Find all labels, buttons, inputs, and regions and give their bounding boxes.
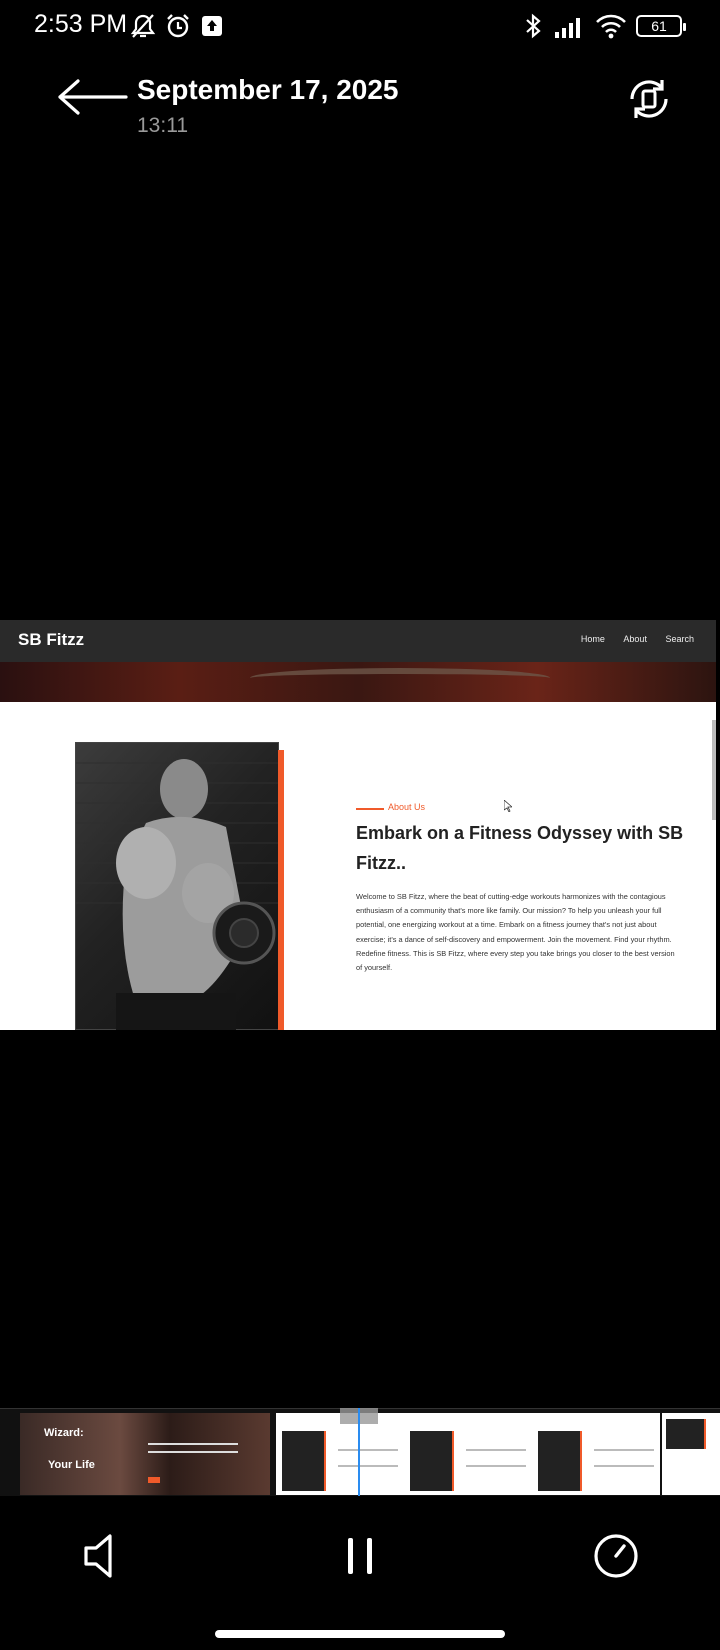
thumb-text-2: Your Life bbox=[48, 1459, 95, 1471]
about-heading: Embark on a Fitness Odyssey with SB Fitz… bbox=[356, 823, 684, 873]
speaker-icon bbox=[84, 1534, 112, 1578]
timeline-thumb-2 bbox=[276, 1413, 660, 1495]
battery-icon: 61 bbox=[636, 15, 686, 37]
thumb-button bbox=[148, 1477, 160, 1483]
about-body: Welcome to SB Fitzz, where the beat of c… bbox=[356, 892, 675, 973]
speedometer-icon bbox=[594, 1534, 638, 1578]
site-logo: SB Fitzz bbox=[18, 630, 85, 649]
bodybuilder-image bbox=[75, 742, 280, 1030]
rotate-icon bbox=[630, 80, 668, 118]
page-title: September 17, 2025 bbox=[137, 74, 399, 105]
status-time: 2:53 PM bbox=[34, 10, 128, 38]
thumb-photo bbox=[282, 1431, 326, 1491]
thumb-photo bbox=[410, 1431, 454, 1491]
signal-icon bbox=[555, 18, 580, 38]
timeline-thumb-3 bbox=[662, 1413, 720, 1495]
upload-icon bbox=[202, 16, 222, 36]
pause-icon bbox=[348, 1538, 372, 1574]
hero-rope-shape bbox=[250, 668, 550, 688]
volume-button[interactable] bbox=[74, 1526, 134, 1586]
image-accent-bar bbox=[278, 750, 284, 1030]
kicker-line bbox=[356, 808, 384, 810]
playhead[interactable] bbox=[358, 1408, 360, 1496]
mouse-cursor-icon bbox=[504, 800, 512, 812]
site-nav-search: Search bbox=[665, 634, 694, 644]
site-nav-links: Home About Search bbox=[565, 634, 694, 644]
thumb-line bbox=[466, 1449, 526, 1451]
thumb-line bbox=[466, 1465, 526, 1467]
thumb-line bbox=[594, 1465, 654, 1467]
rotate-button[interactable] bbox=[624, 74, 674, 124]
thumb-line bbox=[338, 1465, 398, 1467]
timeline-thumb-1: Wizard: Your Life bbox=[20, 1413, 270, 1495]
thumb-photo bbox=[666, 1419, 706, 1449]
thumb-photo bbox=[538, 1431, 582, 1491]
site-navbar: SB Fitzz Home About Search bbox=[0, 620, 716, 662]
thumb-line bbox=[148, 1443, 238, 1445]
about-kicker: About Us bbox=[388, 802, 426, 812]
status-bar: 2:53 PM 61 bbox=[0, 0, 720, 52]
bodybuilder-figure bbox=[76, 759, 280, 1030]
frame-scrollbar bbox=[712, 720, 716, 820]
alarm-icon bbox=[167, 14, 189, 38]
home-indicator[interactable] bbox=[215, 1630, 505, 1638]
page-subtitle-time: 13:11 bbox=[137, 114, 188, 137]
mute-icon bbox=[130, 14, 156, 38]
speed-button[interactable] bbox=[586, 1526, 646, 1586]
thumb-text-1: Wizard: bbox=[44, 1427, 84, 1439]
wifi-icon bbox=[596, 14, 626, 39]
site-nav-home: Home bbox=[580, 634, 605, 644]
video-frame[interactable]: SB Fitzz Home About Search About Us Emba… bbox=[0, 620, 716, 1030]
site-nav-about: About bbox=[623, 634, 647, 644]
thumb-line bbox=[338, 1449, 398, 1451]
thumb-line bbox=[148, 1451, 238, 1453]
bluetooth-icon bbox=[526, 13, 541, 39]
pause-button[interactable] bbox=[330, 1526, 390, 1586]
thumb-line bbox=[594, 1449, 654, 1451]
back-button[interactable] bbox=[52, 74, 132, 120]
back-arrow-icon bbox=[58, 79, 128, 115]
